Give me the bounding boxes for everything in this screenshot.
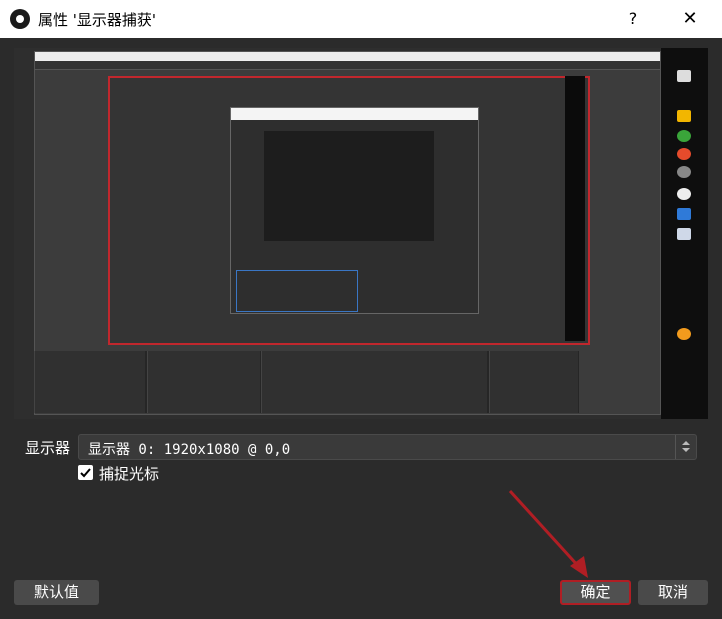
close-button[interactable]: ✕: [670, 6, 710, 32]
window-title: 属性 '显示器捕获': [38, 11, 157, 29]
ok-button[interactable]: 确定: [560, 580, 631, 605]
checkmark-icon: [80, 468, 91, 478]
preview-selection-box: [236, 270, 358, 312]
display-label: 显示器: [25, 439, 71, 457]
capture-cursor-label: 捕捉光标: [99, 465, 160, 483]
preview-dock-panels: [34, 351, 579, 413]
preview-taskbar: [661, 48, 708, 419]
defaults-button[interactable]: 默认值: [14, 580, 99, 605]
display-select-value: 显示器 0: 1920x1080 @ 0,0: [88, 442, 291, 458]
cancel-button[interactable]: 取消: [638, 580, 708, 605]
help-button[interactable]: ?: [618, 6, 648, 32]
preview-inner-taskbar: [565, 76, 585, 341]
obs-logo-icon: [10, 9, 30, 29]
chevron-updown-icon[interactable]: [675, 435, 696, 459]
capture-preview: [14, 48, 708, 419]
title-bar: 属性 '显示器捕获' ? ✕: [0, 0, 722, 38]
display-select[interactable]: 显示器 0: 1920x1080 @ 0,0: [78, 434, 697, 460]
capture-cursor-checkbox[interactable]: [78, 465, 93, 480]
preview-recursive-image: [264, 131, 434, 241]
annotation-arrow-icon: [508, 489, 588, 578]
